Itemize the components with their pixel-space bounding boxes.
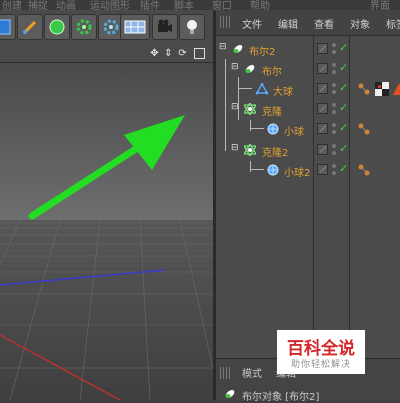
watermark-title: 百科全说 bbox=[287, 339, 355, 359]
visibility-dots[interactable] bbox=[332, 63, 336, 75]
selected-object-label: 布尔对象 [布尔2] bbox=[242, 392, 320, 403]
visibility-dots[interactable] bbox=[332, 43, 336, 55]
object-row[interactable]: 小球2 ✓ bbox=[216, 161, 400, 179]
layer-toggle-button[interactable] bbox=[317, 103, 328, 114]
viewport-header: ✥ ⇕ ⟳ bbox=[0, 46, 213, 63]
object-row[interactable]: ⊟ 布尔 ✓ bbox=[216, 60, 400, 78]
enabled-check-icon[interactable]: ✓ bbox=[339, 162, 348, 175]
object-name[interactable]: 布尔 bbox=[262, 63, 282, 78]
toolbar bbox=[0, 10, 213, 47]
object-name[interactable]: 克隆 bbox=[262, 103, 282, 118]
sphere-object-icon bbox=[256, 83, 268, 95]
object-row[interactable]: ⊟ 布尔2 ✓ bbox=[216, 40, 400, 58]
object-name[interactable]: 大球 bbox=[273, 83, 293, 98]
boolean-object-icon bbox=[233, 45, 243, 53]
spline-pen-icon[interactable] bbox=[17, 14, 43, 40]
material-tag-icon[interactable] bbox=[392, 82, 400, 96]
menu-view[interactable]: 查看 bbox=[314, 16, 334, 31]
visibility-dots[interactable] bbox=[332, 123, 336, 135]
tag-icon[interactable] bbox=[357, 82, 371, 96]
collapse-toggle[interactable]: ⊟ bbox=[219, 42, 227, 52]
floor-scene-icon[interactable] bbox=[120, 14, 150, 40]
layer-toggle-button[interactable] bbox=[317, 63, 328, 74]
enabled-check-icon[interactable]: ✓ bbox=[339, 61, 348, 74]
tree-connector bbox=[238, 88, 252, 89]
pan-view-icon[interactable]: ⇕ bbox=[163, 48, 174, 59]
object-row[interactable]: 小球 ✓ bbox=[216, 120, 400, 138]
visibility-dots[interactable] bbox=[332, 164, 336, 176]
main-menu-bar: 创建 捕捉 动画 运动图形 插件 脚本 窗口 帮助 界面 bbox=[0, 0, 400, 12]
menu-tags[interactable]: 标签 bbox=[386, 16, 400, 31]
object-row[interactable]: ⊟ 克隆2 ✓ bbox=[216, 141, 400, 159]
camera-icon[interactable] bbox=[152, 14, 178, 40]
object-name[interactable]: 小球 bbox=[284, 123, 304, 138]
panel-grip-icon[interactable] bbox=[220, 16, 232, 28]
tree-connector bbox=[250, 128, 264, 129]
object-row[interactable]: 大球 ✓ bbox=[216, 80, 400, 98]
layer-toggle-button[interactable] bbox=[317, 43, 328, 54]
object-name[interactable]: 布尔2 bbox=[249, 43, 275, 58]
object-row[interactable]: ⊟ 克隆 ✓ bbox=[216, 100, 400, 118]
tree-connector bbox=[250, 169, 264, 170]
enabled-check-icon[interactable]: ✓ bbox=[339, 101, 348, 114]
boolean-object-icon bbox=[225, 390, 235, 398]
tag-icon[interactable] bbox=[357, 122, 371, 136]
watermark-subtitle: 助你轻松解决 bbox=[290, 360, 351, 370]
visibility-dots[interactable] bbox=[332, 103, 336, 115]
menu-objects[interactable]: 对象 bbox=[350, 16, 370, 31]
layer-toggle-button[interactable] bbox=[317, 144, 328, 155]
tag-icon[interactable] bbox=[357, 163, 371, 177]
boolean-object-icon bbox=[245, 65, 255, 73]
object-manager: 文件 编辑 查看 对象 标签 ⊟ 布尔2 ✓ ⊟ 布尔 ✓ bbox=[216, 10, 400, 358]
layer-toggle-button[interactable] bbox=[317, 164, 328, 175]
enabled-check-icon[interactable]: ✓ bbox=[339, 41, 348, 54]
watermark-logo: 百科全说 助你轻松解决 bbox=[277, 330, 365, 374]
move-view-icon[interactable]: ✥ bbox=[149, 48, 160, 59]
cloner-object-icon bbox=[244, 103, 256, 115]
light-bulb-icon[interactable] bbox=[179, 14, 205, 40]
collapse-toggle[interactable]: ⊟ bbox=[231, 102, 239, 112]
enabled-check-icon[interactable]: ✓ bbox=[339, 142, 348, 155]
visibility-dots[interactable] bbox=[332, 83, 336, 95]
mode-menu[interactable]: 模式 bbox=[242, 365, 262, 380]
sphere-object-icon bbox=[267, 164, 279, 176]
subdivision-icon[interactable] bbox=[0, 14, 16, 40]
cloner-object-icon bbox=[244, 144, 256, 156]
viewport-canvas bbox=[0, 63, 213, 400]
layer-toggle-button[interactable] bbox=[317, 123, 328, 134]
object-name[interactable]: 克隆2 bbox=[262, 144, 288, 159]
layer-toggle-button[interactable] bbox=[317, 83, 328, 94]
menu-file[interactable]: 文件 bbox=[242, 16, 262, 31]
enabled-check-icon[interactable]: ✓ bbox=[339, 121, 348, 134]
collapse-toggle[interactable]: ⊟ bbox=[231, 62, 239, 72]
enabled-check-icon[interactable]: ✓ bbox=[339, 81, 348, 94]
texture-tag-icon[interactable] bbox=[375, 82, 389, 96]
sphere-primitive-icon[interactable] bbox=[44, 14, 70, 40]
menu-edit[interactable]: 编辑 bbox=[278, 16, 298, 31]
maximize-view-icon[interactable] bbox=[194, 48, 205, 59]
object-manager-menu: 文件 编辑 查看 对象 标签 bbox=[216, 10, 400, 36]
3d-viewport[interactable] bbox=[0, 63, 213, 400]
object-name[interactable]: 小球2 bbox=[284, 164, 310, 179]
panel-grip-icon[interactable] bbox=[220, 367, 232, 379]
gear-deformer-icon[interactable] bbox=[71, 14, 97, 40]
sphere-object-icon bbox=[267, 123, 279, 135]
rotate-view-icon[interactable]: ⟳ bbox=[177, 48, 188, 59]
visibility-dots[interactable] bbox=[332, 144, 336, 156]
collapse-toggle[interactable]: ⊟ bbox=[231, 143, 239, 153]
